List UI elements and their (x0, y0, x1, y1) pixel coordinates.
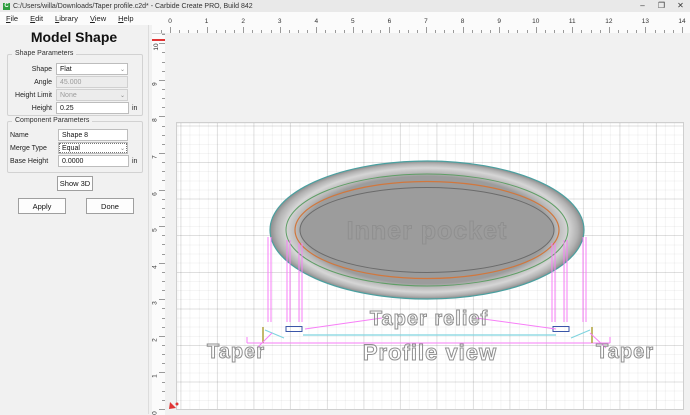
ruler-number: 2 (151, 338, 158, 342)
apply-button[interactable]: Apply (18, 198, 66, 214)
ruler-number: 14 (678, 18, 685, 25)
name-label: Name (8, 132, 58, 139)
chevron-down-icon: ⌄ (120, 92, 125, 99)
menu-view[interactable]: View (84, 14, 112, 23)
taper-left-label: Taper (207, 341, 265, 363)
angle-label: Angle (8, 79, 56, 86)
chevron-down-icon: ⌄ (120, 66, 125, 73)
close-button[interactable]: ✕ (671, 0, 690, 12)
height-limit-value: None (60, 92, 77, 99)
ruler-number: 10 (153, 44, 160, 51)
menu-file[interactable]: File (0, 14, 24, 23)
ruler-number: 2 (241, 18, 245, 25)
model-shape-panel: Model Shape Shape Parameters Shape Flat … (0, 25, 149, 414)
show-3d-button[interactable]: Show 3D (57, 176, 93, 191)
left-taper-relief-rect (286, 327, 302, 332)
model-drawing: Inner pocket Taper relief Taper Taper Pr… (165, 33, 690, 414)
ruler-number: 8 (461, 18, 465, 25)
shape-parameters-group: Shape Parameters Shape Flat ⌄ Angle 45.0… (7, 54, 143, 116)
merge-type-value: Equal (62, 145, 80, 152)
name-field[interactable]: Shape 8 (58, 129, 128, 141)
minimize-button[interactable]: – (633, 0, 652, 12)
menu-help[interactable]: Help (112, 14, 139, 23)
right-taper-line (571, 330, 590, 338)
height-limit-label: Height Limit (8, 92, 56, 99)
horizontal-ruler: 01234567891011121314 (152, 16, 690, 33)
angle-field: 45.000 (56, 76, 128, 88)
ruler-number: 11 (569, 18, 576, 25)
height-value: 0.25 (60, 105, 74, 112)
height-limit-select: None ⌄ (56, 89, 128, 101)
app-icon: C (3, 3, 10, 10)
ruler-number: 3 (278, 18, 282, 25)
ruler-number: 12 (605, 18, 612, 25)
ruler-number: 10 (532, 18, 539, 25)
ruler-number: 6 (388, 18, 392, 25)
ruler-limit-marker (152, 39, 165, 41)
window-title: C:/Users/willa/Downloads/Taper profile.c… (13, 3, 253, 10)
ruler-number: 6 (151, 192, 158, 196)
shape-select[interactable]: Flat ⌄ (56, 63, 128, 75)
base-height-label: Base Height (8, 158, 58, 165)
ruler-number: 9 (497, 18, 501, 25)
component-parameters-legend: Component Parameters (12, 117, 92, 124)
ruler-number: 7 (151, 155, 158, 159)
taper-relief-label: Taper relief (370, 308, 488, 330)
ruler-number: 5 (151, 228, 158, 232)
ruler-number: 1 (151, 375, 158, 379)
ruler-number: 7 (424, 18, 428, 25)
ruler-number: 5 (351, 18, 355, 25)
menu-library[interactable]: Library (49, 14, 84, 23)
shape-parameters-legend: Shape Parameters (12, 50, 76, 57)
menu-edit[interactable]: Edit (24, 14, 49, 23)
profile-view-label: Profile view (363, 340, 497, 365)
name-value: Shape 8 (62, 132, 88, 139)
ruler-number: 1 (205, 18, 209, 25)
vertical-ruler: 0 1 2 3 4 5 6 7 8 9 10 (152, 33, 165, 415)
height-label: Height (8, 105, 56, 112)
shape-select-value: Flat (60, 66, 72, 73)
base-height-field[interactable]: 0.0000 (58, 155, 129, 167)
origin-marker-icon (169, 402, 179, 409)
base-height-unit: in (129, 158, 142, 165)
maximize-button[interactable]: ❐ (652, 0, 671, 12)
ruler-number: 9 (151, 82, 158, 86)
page-title: Model Shape (0, 29, 148, 45)
done-button[interactable]: Done (86, 198, 134, 214)
taper-right-label: Taper (596, 341, 654, 363)
ruler-number: 8 (151, 119, 158, 123)
component-parameters-group: Component Parameters Name Shape 8 Merge … (7, 121, 143, 173)
base-height-value: 0.0000 (62, 158, 83, 165)
height-unit: in (129, 105, 142, 112)
merge-type-select[interactable]: Equal ⌄ (58, 142, 128, 154)
ruler-number: 3 (151, 301, 158, 305)
inner-pocket-label: Inner pocket (347, 217, 508, 245)
height-field[interactable]: 0.25 (56, 102, 129, 114)
ruler-number: 13 (642, 18, 649, 25)
ruler-number: 0 (168, 18, 172, 25)
merge-type-label: Merge Type (8, 145, 58, 152)
ruler-number: 4 (314, 18, 318, 25)
window-controls: – ❐ ✕ (633, 0, 690, 12)
ruler-number: 0 (151, 411, 158, 415)
ruler-number: 4 (151, 265, 158, 269)
angle-value: 45.000 (60, 79, 81, 86)
chevron-down-icon: ⌄ (120, 145, 125, 152)
shape-label: Shape (8, 66, 56, 73)
